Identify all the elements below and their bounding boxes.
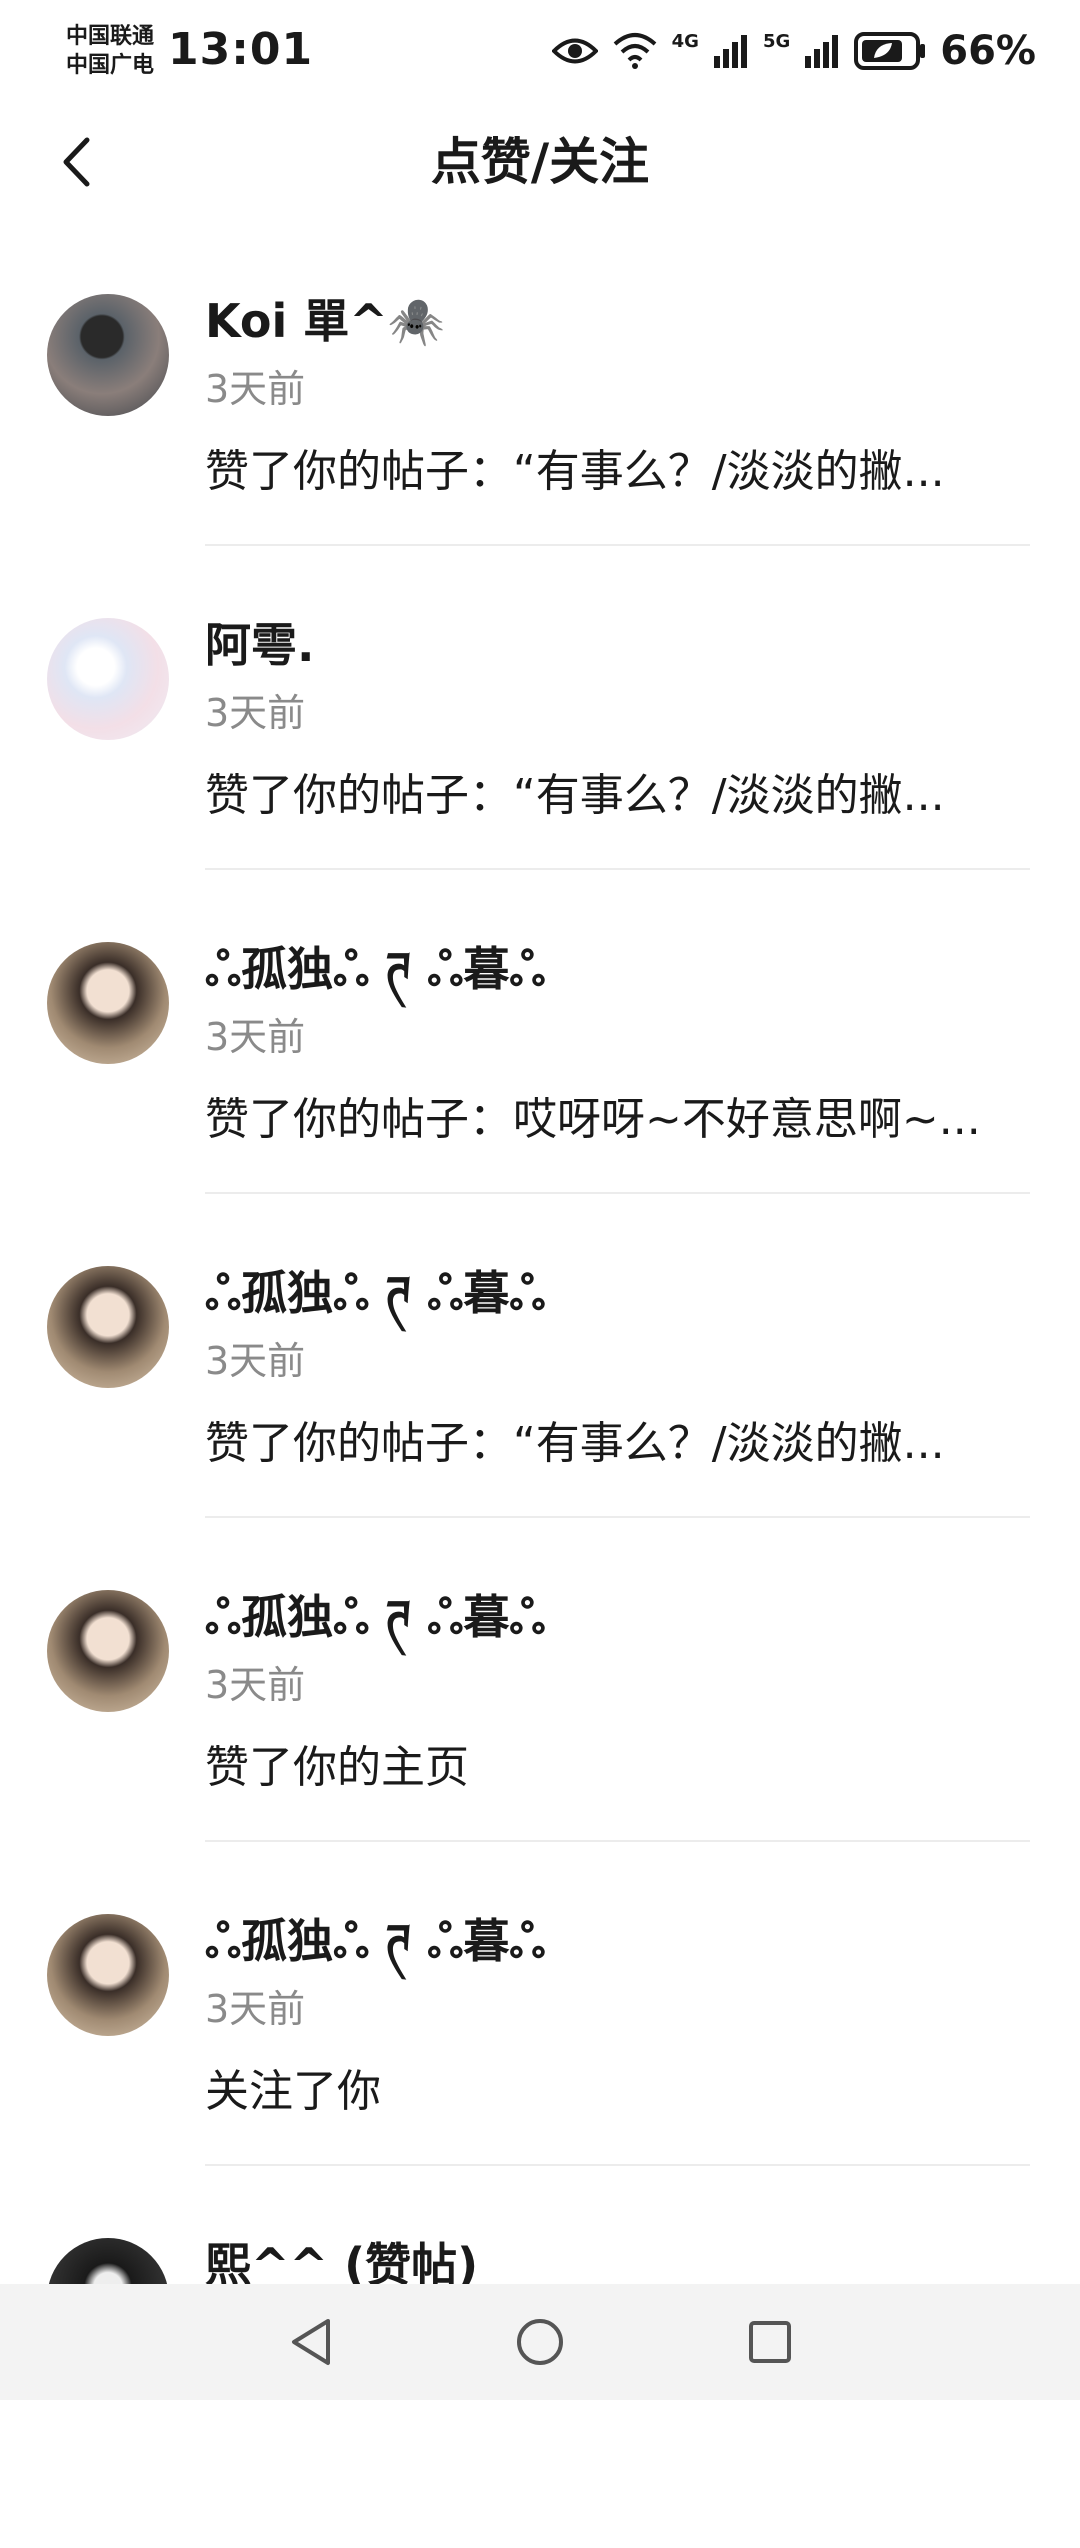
network-label-2: 5G xyxy=(762,30,791,52)
system-nav-bar xyxy=(0,2284,1080,2400)
avatar[interactable] xyxy=(47,294,169,416)
divider xyxy=(205,1840,1030,1842)
notification-message: 赞了你的帖子：“有事么？/淡淡的撇... xyxy=(205,1418,945,1469)
circle-home-icon xyxy=(517,2319,563,2365)
user-name[interactable]: ஃ孤独ஃ ཊ ஃ暮ஃ xyxy=(205,1586,545,1648)
user-name[interactable]: Koi 單^🕷️ xyxy=(205,290,445,352)
notification-message: 关注了你 xyxy=(205,2066,381,2117)
status-time: 13:01 xyxy=(168,24,314,75)
avatar[interactable] xyxy=(47,942,169,1064)
avatar[interactable] xyxy=(47,1590,169,1712)
user-name[interactable]: 阿雩. xyxy=(205,614,314,676)
carrier-info: 中国联通 中国广电 xyxy=(66,22,154,80)
user-name[interactable]: ஃ孤独ஃ ཊ ஃ暮ஃ xyxy=(205,1910,545,1972)
list-item[interactable]: ஃ孤独ஃ ཊ ஃ暮ஃ 3天前 赞了你的帖子：“有事么？/淡淡的撇... xyxy=(0,1252,1080,1576)
signal-icon xyxy=(713,35,747,68)
carrier-2: 中国广电 xyxy=(66,53,155,78)
page-header: 点赞/关注 xyxy=(0,108,1080,220)
status-bar: 中国联通 中国广电 13:01 4G 5G 66% xyxy=(0,0,1080,108)
notification-message: 赞了你的帖子：“有事么？/淡淡的撇... xyxy=(205,446,945,497)
divider xyxy=(205,2164,1030,2166)
divider xyxy=(205,544,1030,546)
triangle-back-icon xyxy=(292,2319,330,2365)
user-name[interactable]: ஃ孤独ஃ ཊ ஃ暮ஃ xyxy=(205,938,545,1000)
divider xyxy=(205,1192,1030,1194)
battery-percent: 66% xyxy=(940,28,1036,74)
nav-recents-button[interactable] xyxy=(655,2284,885,2400)
list-item[interactable]: 阿雩. 3天前 赞了你的帖子：“有事么？/淡淡的撇... xyxy=(0,604,1080,928)
list-item[interactable]: ஃ孤独ஃ ཊ ஃ暮ஃ 3天前 赞了你的主页 xyxy=(0,1576,1080,1900)
time-ago: 3天前 xyxy=(205,1339,306,1383)
divider xyxy=(205,868,1030,870)
time-ago: 3天前 xyxy=(205,1015,306,1059)
nav-home-button[interactable] xyxy=(425,2284,655,2400)
user-name[interactable]: ஃ孤独ஃ ཊ ஃ暮ஃ xyxy=(205,1262,545,1324)
chevron-left-icon xyxy=(63,137,90,187)
carrier-1: 中国联通 xyxy=(66,24,155,49)
list-item[interactable]: ஃ孤独ஃ ཊ ஃ暮ஃ 3天前 关注了你 xyxy=(0,1900,1080,2224)
eye-icon xyxy=(551,38,598,64)
avatar[interactable] xyxy=(47,1266,169,1388)
notification-list: Koi 單^🕷️ 3天前 赞了你的帖子：“有事么？/淡淡的撇... 阿雩. 3天… xyxy=(0,280,1080,2548)
divider xyxy=(205,1516,1030,1518)
signal-icon-2 xyxy=(805,35,839,68)
back-button[interactable] xyxy=(44,130,108,194)
wifi-icon xyxy=(613,33,656,69)
page-title: 点赞/关注 xyxy=(430,133,650,191)
time-ago: 3天前 xyxy=(205,691,306,735)
avatar[interactable] xyxy=(47,1914,169,2036)
battery-icon xyxy=(854,32,926,70)
square-recents-icon xyxy=(749,2321,791,2363)
time-ago: 3天前 xyxy=(205,1663,306,1707)
status-icons: 4G 5G 66% xyxy=(551,26,1036,76)
list-item[interactable]: ஃ孤独ஃ ཊ ஃ暮ஃ 3天前 赞了你的帖子：哎呀呀~不好意思啊~... xyxy=(0,928,1080,1252)
notification-message: 赞了你的帖子：“有事么？/淡淡的撇... xyxy=(205,770,945,821)
list-item[interactable]: Koi 單^🕷️ 3天前 赞了你的帖子：“有事么？/淡淡的撇... xyxy=(0,280,1080,604)
nav-back-button[interactable] xyxy=(195,2284,425,2400)
notification-message: 赞了你的主页 xyxy=(205,1742,469,1793)
time-ago: 3天前 xyxy=(205,367,306,411)
time-ago: 3天前 xyxy=(205,1987,306,2031)
avatar[interactable] xyxy=(47,618,169,740)
notification-message: 赞了你的帖子：哎呀呀~不好意思啊~... xyxy=(205,1094,981,1145)
network-label-1: 4G xyxy=(671,30,699,52)
